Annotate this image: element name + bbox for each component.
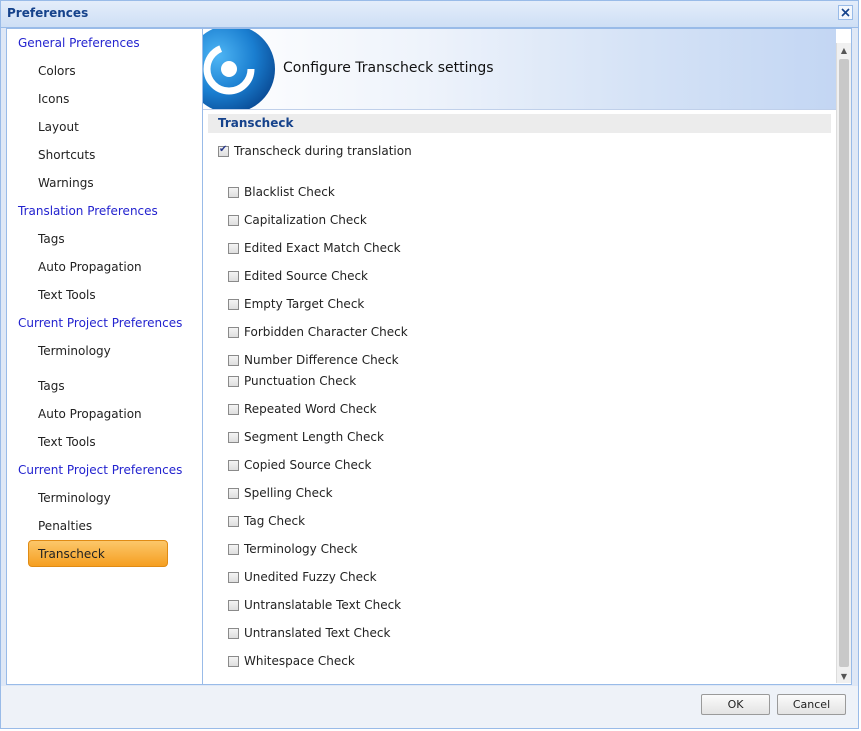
checkbox[interactable] — [228, 627, 239, 639]
checkbox-label: Repeated Word Check — [244, 402, 377, 416]
check-option-number-difference[interactable]: Number Difference Check — [228, 351, 399, 369]
sidebar-item-penalties[interactable]: Penalties — [38, 515, 92, 537]
settings-banner: Configure Transcheck settings — [203, 29, 836, 110]
sidebar-item-text-tools[interactable]: Text Tools — [38, 284, 96, 306]
settings-panel: Configure Transcheck settings Transcheck… — [203, 29, 851, 684]
check-option-blacklist[interactable]: Blacklist Check — [228, 183, 335, 201]
checkbox[interactable] — [228, 326, 239, 338]
checkbox[interactable] — [228, 599, 239, 611]
check-option-punctuation[interactable]: Punctuation Check — [228, 372, 356, 390]
sidebar-item-shortcuts[interactable]: Shortcuts — [38, 144, 95, 166]
sidebar-item-colors[interactable]: Colors — [38, 60, 76, 82]
checkbox[interactable] — [228, 515, 239, 527]
window-title: Preferences — [7, 6, 89, 20]
preferences-sidebar: General Preferences Colors Icons Layout … — [7, 29, 203, 684]
check-option-edited-source[interactable]: Edited Source Check — [228, 267, 368, 285]
preferences-dialog: Preferences General Preferences Colors I… — [0, 0, 859, 729]
scroll-down-arrow-icon[interactable]: ▼ — [837, 669, 851, 683]
checkbox[interactable] — [228, 459, 239, 471]
title-bar[interactable]: Preferences — [1, 1, 858, 28]
checkbox[interactable] — [228, 298, 239, 310]
check-option-segment-length[interactable]: Segment Length Check — [228, 428, 384, 446]
app-logo-icon — [203, 29, 275, 109]
checkbox-label: Segment Length Check — [244, 430, 384, 444]
checkbox-label: Edited Source Check — [244, 269, 368, 283]
checkbox[interactable] — [228, 543, 239, 555]
sidebar-item-terminology[interactable]: Terminology — [38, 487, 111, 509]
sidebar-header-current-project[interactable]: Current Project Preferences — [18, 312, 182, 334]
banner-title: Configure Transcheck settings — [283, 60, 494, 76]
check-option-edited-exact-match[interactable]: Edited Exact Match Check — [228, 239, 401, 257]
checkbox-label: Copied Source Check — [244, 458, 372, 472]
check-option-capitalization[interactable]: Capitalization Check — [228, 211, 367, 229]
checkbox-label: Untranslated Text Check — [244, 626, 391, 640]
section-title: Transcheck — [218, 116, 294, 130]
sidebar-item-tags[interactable]: Tags — [38, 228, 65, 250]
sidebar-item-terminology[interactable]: Terminology — [38, 340, 111, 362]
checkbox[interactable] — [228, 214, 239, 226]
checkbox-label: Transcheck during translation — [234, 144, 412, 158]
transcheck-during-translation-option[interactable]: Transcheck during translation — [218, 142, 412, 160]
sidebar-header-current-project[interactable]: Current Project Preferences — [18, 459, 182, 481]
checkbox-label: Number Difference Check — [244, 353, 399, 367]
sidebar-header-general[interactable]: General Preferences — [18, 32, 140, 54]
dialog-body: General Preferences Colors Icons Layout … — [6, 28, 852, 685]
checkbox[interactable] — [228, 487, 239, 499]
sidebar-item-icons[interactable]: Icons — [38, 88, 69, 110]
checkbox-label: Terminology Check — [244, 542, 358, 556]
check-option-untranslatable-text[interactable]: Untranslatable Text Check — [228, 596, 401, 614]
checkbox-label: Whitespace Check — [244, 654, 355, 668]
close-icon — [841, 8, 850, 17]
cancel-button[interactable]: Cancel — [777, 694, 846, 715]
checkbox[interactable] — [228, 403, 239, 415]
scroll-up-arrow-icon[interactable]: ▲ — [837, 43, 851, 57]
check-option-empty-target[interactable]: Empty Target Check — [228, 295, 364, 313]
checkbox-label: Empty Target Check — [244, 297, 365, 311]
checkbox[interactable] — [228, 655, 239, 667]
sidebar-item-auto-propagation[interactable]: Auto Propagation — [38, 403, 142, 425]
section-header: Transcheck — [208, 114, 831, 133]
checkbox-label: Punctuation Check — [244, 374, 357, 388]
check-option-copied-source[interactable]: Copied Source Check — [228, 456, 371, 474]
sidebar-item-tags[interactable]: Tags — [38, 375, 65, 397]
sidebar-item-text-tools[interactable]: Text Tools — [38, 431, 96, 453]
vertical-scrollbar[interactable]: ▲ ▼ — [836, 43, 851, 683]
sidebar-header-translation[interactable]: Translation Preferences — [18, 200, 158, 222]
sidebar-item-transcheck[interactable]: Transcheck — [38, 543, 105, 565]
checkbox-label: Unedited Fuzzy Check — [244, 570, 377, 584]
checkbox-label: Spelling Check — [244, 486, 333, 500]
checkbox-label: Edited Exact Match Check — [244, 241, 401, 255]
checkbox[interactable] — [228, 571, 239, 583]
checkbox-label: Untranslatable Text Check — [244, 598, 402, 612]
checkbox-label: Tag Check — [244, 514, 306, 528]
dialog-footer: OK Cancel — [1, 686, 858, 728]
checkbox[interactable] — [228, 375, 239, 387]
checkbox-label: Capitalization Check — [244, 213, 367, 227]
check-option-tag[interactable]: Tag Check — [228, 512, 305, 530]
checkbox[interactable] — [228, 270, 239, 282]
checkbox[interactable] — [228, 431, 239, 443]
check-option-terminology[interactable]: Terminology Check — [228, 540, 358, 558]
scrollbar-thumb[interactable] — [839, 59, 849, 667]
check-option-spelling[interactable]: Spelling Check — [228, 484, 333, 502]
checkbox[interactable] — [228, 242, 239, 254]
check-option-untranslated-text[interactable]: Untranslated Text Check — [228, 624, 390, 642]
checkbox-label: Blacklist Check — [244, 185, 335, 199]
check-option-unedited-fuzzy[interactable]: Unedited Fuzzy Check — [228, 568, 377, 586]
sidebar-item-layout[interactable]: Layout — [38, 116, 79, 138]
check-option-forbidden-character[interactable]: Forbidden Character Check — [228, 323, 408, 341]
close-button[interactable] — [838, 5, 853, 20]
sidebar-item-auto-propagation[interactable]: Auto Propagation — [38, 256, 142, 278]
sidebar-item-warnings[interactable]: Warnings — [38, 172, 94, 194]
checkbox[interactable] — [228, 186, 239, 198]
check-option-repeated-word[interactable]: Repeated Word Check — [228, 400, 377, 418]
check-option-whitespace[interactable]: Whitespace Check — [228, 652, 355, 670]
ok-button[interactable]: OK — [701, 694, 770, 715]
checkbox-label: Forbidden Character Check — [244, 325, 408, 339]
checkbox[interactable] — [228, 354, 239, 366]
checkbox-checked[interactable] — [218, 144, 229, 157]
